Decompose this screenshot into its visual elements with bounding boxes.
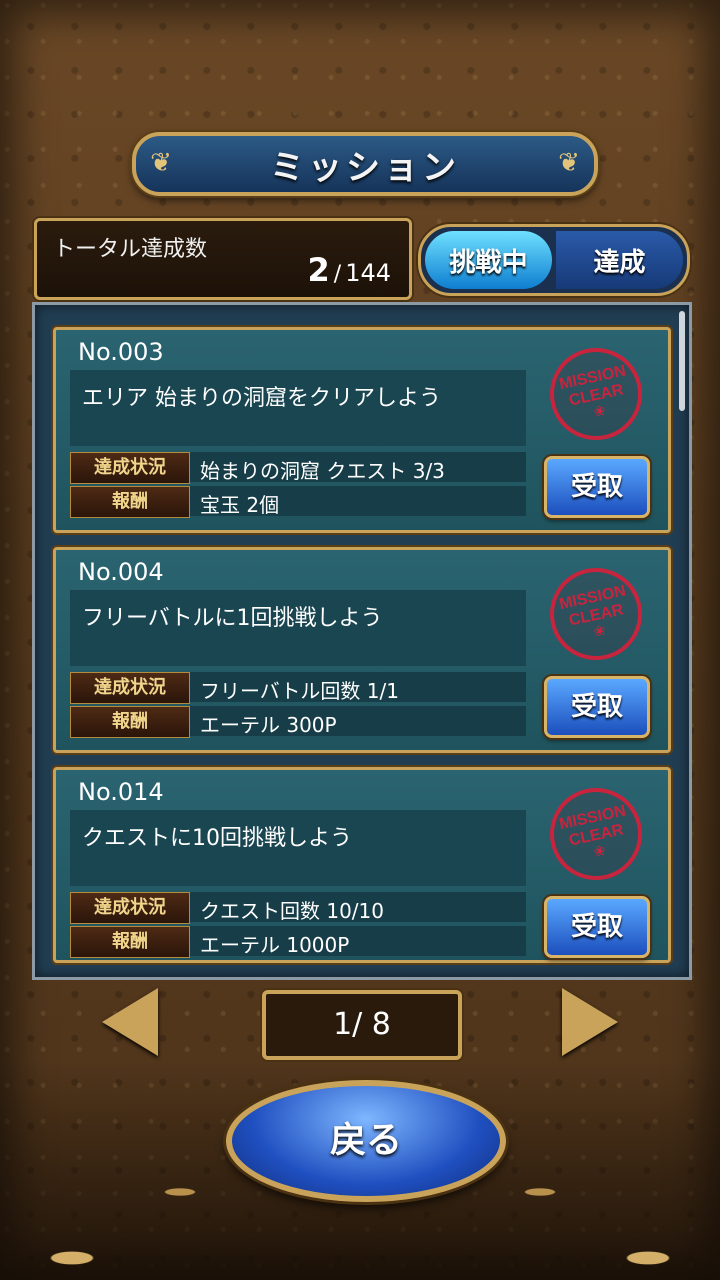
status-row: 達成状況 始まりの洞窟 クエスト 3/3 xyxy=(70,452,526,484)
reward-row: 報酬 エーテル 1000P xyxy=(70,926,526,958)
scroll-ornament-icon: ❦ xyxy=(150,148,172,178)
status-label: 達成状況 xyxy=(70,672,190,704)
total-count: 2/144 xyxy=(308,251,392,289)
total-max: 144 xyxy=(345,259,391,287)
page-title: ミッション xyxy=(270,147,460,188)
mission-title-box: クエストに10回挑戦しよう xyxy=(70,810,526,886)
total-label: トータル達成数 xyxy=(53,237,208,262)
mission-title: クエストに10回挑戦しよう xyxy=(82,826,352,851)
mission-list[interactable]: No.003 エリア 始まりの洞窟をクリアしよう 達成状況 始まりの洞窟 クエス… xyxy=(32,302,692,980)
status-value: クエスト回数 10/10 xyxy=(200,899,384,923)
mission-title-box: フリーバトルに1回挑戦しよう xyxy=(70,590,526,666)
stamp-ornament-icon: ❀ xyxy=(592,622,608,641)
status-row: 達成状況 クエスト回数 10/10 xyxy=(70,892,526,924)
scrollbar[interactable] xyxy=(679,311,685,411)
stamp-ornament-icon: ❀ xyxy=(592,402,608,421)
reward-label: 報酬 xyxy=(70,486,190,518)
status-value: 始まりの洞窟 クエスト 3/3 xyxy=(200,459,445,483)
reward-value: エーテル 1000P xyxy=(200,933,350,957)
next-page-arrow-icon[interactable] xyxy=(562,988,618,1056)
tab-in-progress[interactable]: 挑戦中 xyxy=(425,231,552,289)
mission-number: No.014 xyxy=(78,778,164,806)
claim-button[interactable]: 受取 xyxy=(544,676,650,738)
reward-label: 報酬 xyxy=(70,926,190,958)
status-value: フリーバトル回数 1/1 xyxy=(200,679,399,703)
page-indicator: 1/ 8 xyxy=(262,990,462,1060)
claim-button[interactable]: 受取 xyxy=(544,456,650,518)
mission-card: No.004 フリーバトルに1回挑戦しよう 達成状況 フリーバトル回数 1/1 … xyxy=(53,547,671,753)
mission-clear-stamp: MISSION CLEAR ❀ xyxy=(541,339,651,449)
total-current: 2 xyxy=(307,251,330,289)
status-label: 達成状況 xyxy=(70,892,190,924)
reward-label: 報酬 xyxy=(70,706,190,738)
mission-number: No.003 xyxy=(78,338,164,366)
mission-clear-stamp: MISSION CLEAR ❀ xyxy=(541,779,651,889)
claim-button[interactable]: 受取 xyxy=(544,896,650,958)
mission-title-box: エリア 始まりの洞窟をクリアしよう xyxy=(70,370,526,446)
scroll-ornament-icon: ❦ xyxy=(558,148,580,178)
tab-achieved[interactable]: 達成 xyxy=(556,231,683,289)
mission-tabs: 挑戦中 達成 xyxy=(418,224,690,296)
mission-title: エリア 始まりの洞窟をクリアしよう xyxy=(82,386,441,411)
mission-card: No.003 エリア 始まりの洞窟をクリアしよう 達成状況 始まりの洞窟 クエス… xyxy=(53,327,671,533)
mission-number: No.004 xyxy=(78,558,164,586)
reward-row: 報酬 エーテル 300P xyxy=(70,706,526,738)
mission-card: No.014 クエストに10回挑戦しよう 達成状況 クエスト回数 10/10 報… xyxy=(53,767,671,963)
reward-row: 報酬 宝玉 2個 xyxy=(70,486,526,518)
reward-value: 宝玉 2個 xyxy=(200,493,280,517)
status-label: 達成状況 xyxy=(70,452,190,484)
reward-value: エーテル 300P xyxy=(200,713,337,737)
prev-page-arrow-icon[interactable] xyxy=(102,988,158,1056)
mission-clear-stamp: MISSION CLEAR ❀ xyxy=(541,559,651,669)
mission-title: フリーバトルに1回挑戦しよう xyxy=(82,606,383,631)
status-row: 達成状況 フリーバトル回数 1/1 xyxy=(70,672,526,704)
back-button[interactable]: 戻る xyxy=(226,1080,506,1202)
total-achievements-box: トータル達成数 2/144 xyxy=(34,218,412,300)
title-banner: ❦ ミッション ❦ xyxy=(132,132,598,196)
stamp-ornament-icon: ❀ xyxy=(592,842,608,861)
total-separator: / xyxy=(333,262,342,287)
